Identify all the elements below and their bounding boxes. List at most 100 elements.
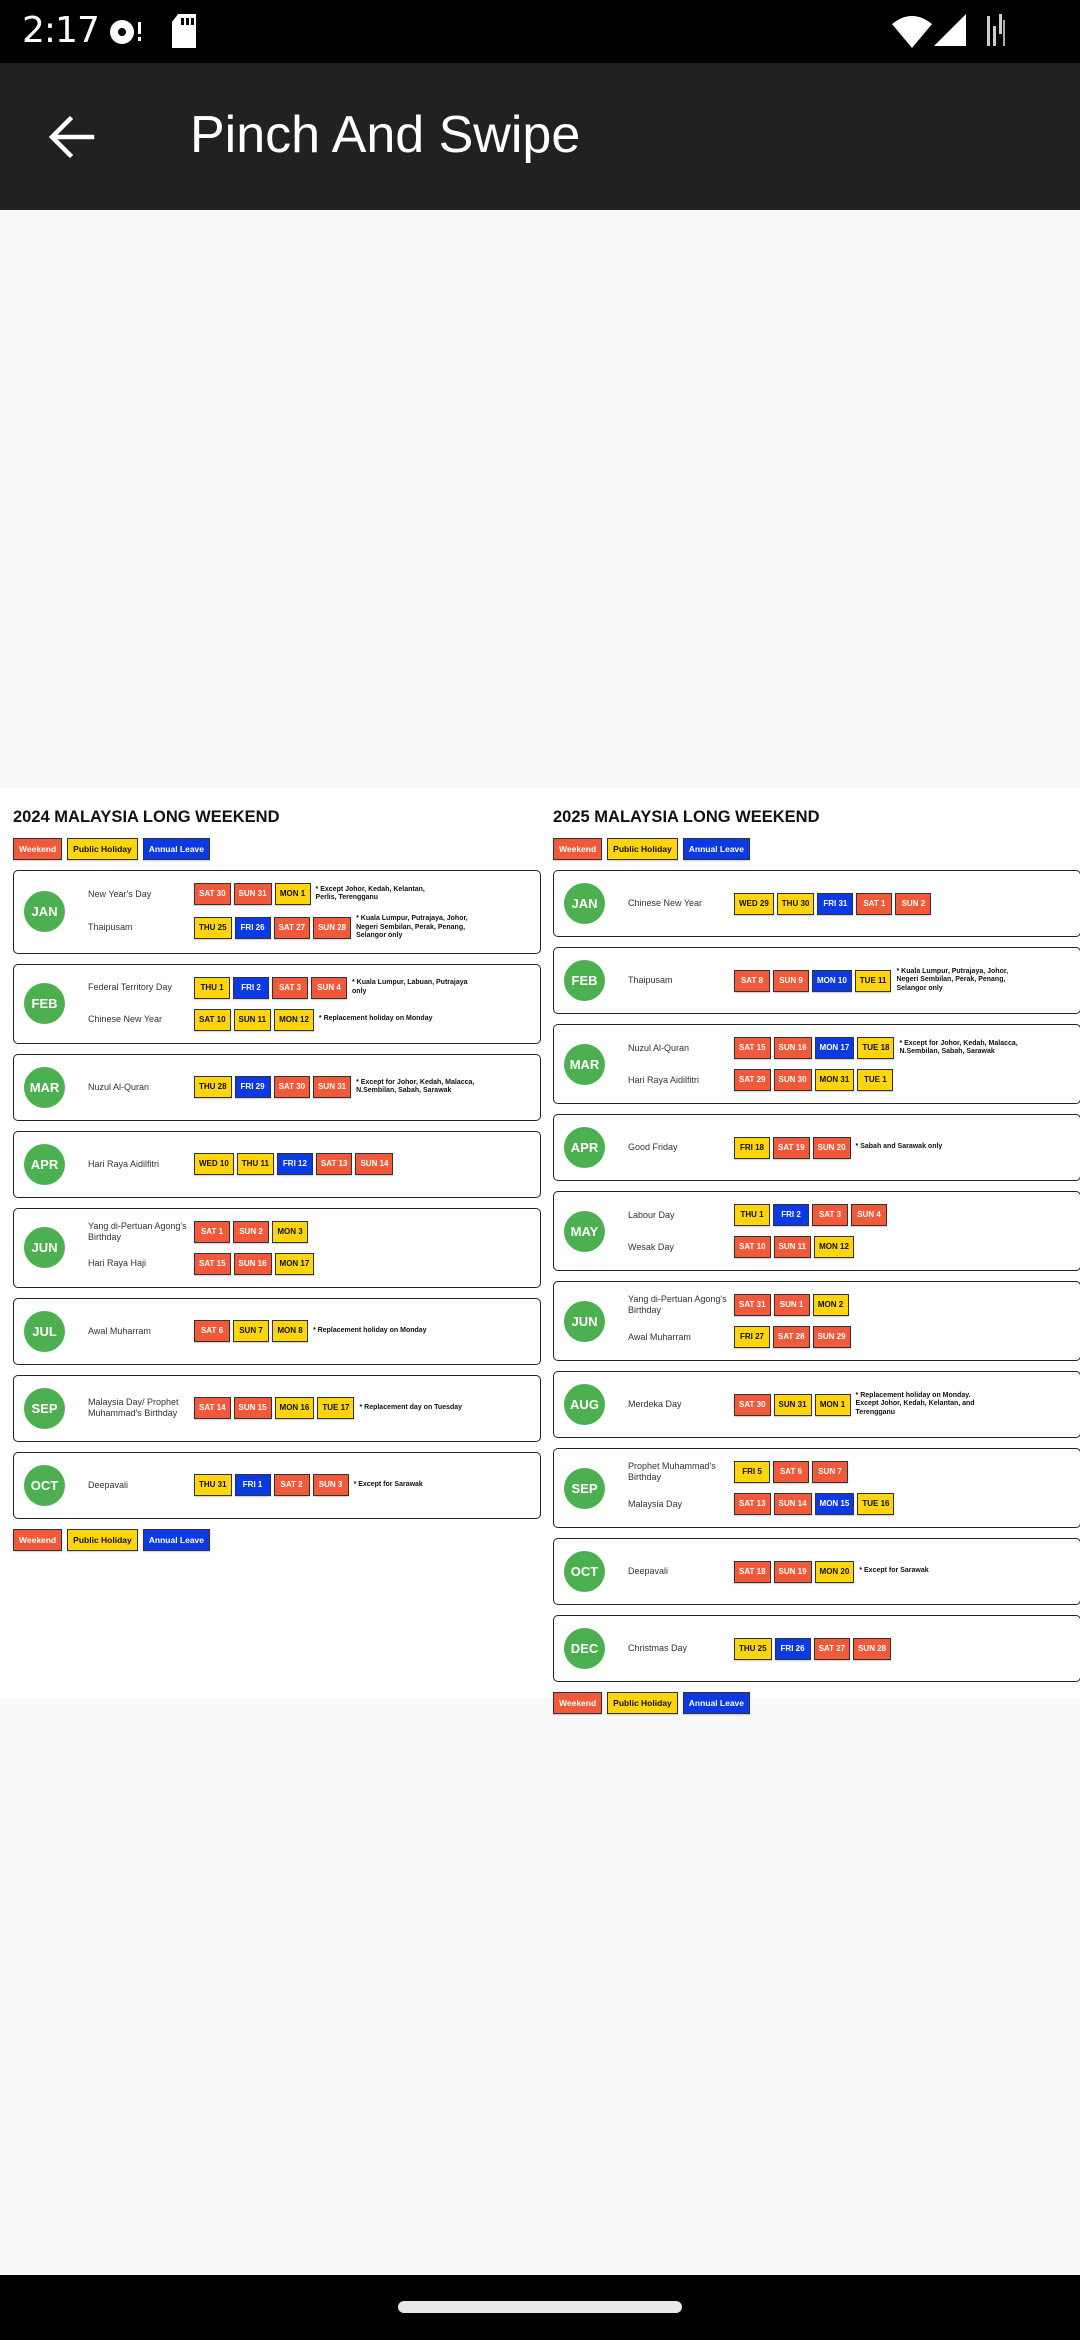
day-chip-holiday: THU 11: [236, 1153, 274, 1175]
day-chips: SAT 6 SUN 7 MON 8: [194, 1320, 308, 1342]
legend-annual-leave: Annual Leave: [142, 838, 211, 860]
holiday-row: Chinese New Year WED 29 THU 30 FRI 31 SAT 1S…: [628, 892, 932, 915]
arrow-left-icon: [48, 115, 95, 159]
calendar-2025: 2025 MALAYSIA LONG WEEKEND Weekend Public …: [553, 788, 1080, 1714]
zoomable-image-viewer[interactable]: 2024 MALAYSIA LONG WEEKEND Weekend Public …: [0, 210, 1080, 2275]
holiday-name: Good Friday: [628, 1142, 678, 1152]
month-card: DEC Christmas Day THU 25 FRI 26 SAT 27 SUN 28: [553, 1615, 1080, 1682]
holiday-name: Chinese New Year: [88, 1014, 163, 1024]
month-card: JUN Yang di-Pertuan Agong's Birthday SAT 1…: [13, 1207, 541, 1288]
month-card: FEB Federal Territory Day THU 1 FRI 2 SAT 3S…: [13, 963, 541, 1044]
holiday-row: Malaysia Day SAT 13 SUN 14 MON 15 TUE 16: [628, 1493, 895, 1515]
month-badge: JUL: [24, 1310, 65, 1352]
day-chip-holiday: SUN 7: [233, 1320, 269, 1342]
holiday-note: * Replacement holiday on Monday: [318, 1015, 433, 1023]
color-legend: Weekend Public Holiday Annual Leave: [553, 1692, 1080, 1714]
navigation-bar: [0, 2275, 1080, 2340]
holiday-name: Nuzul Al-Quran: [88, 1081, 150, 1092]
month-badge: JAN: [564, 883, 605, 924]
calendar-title: 2025 MALAYSIA LONG WEEKEND: [553, 808, 820, 826]
legend-public-holiday: Public Holiday: [67, 1528, 138, 1551]
day-chip-weekend: SAT 19: [773, 1136, 810, 1159]
day-chip-weekend: SUN 31: [233, 883, 272, 905]
holiday-name: Hari Raya Aidilfitri: [88, 1158, 160, 1169]
day-chips: THU 28 FRI 29 SAT 30 SUN 31: [194, 1076, 352, 1098]
back-button[interactable]: [44, 107, 104, 167]
holiday-note: * Except for Sarawak: [859, 1567, 929, 1575]
holiday-row: Hari Raya Aidilfitri SAT 29 SUN 30 MON 31 TU…: [628, 1069, 1024, 1091]
day-chips: THU 25 FRI 26 SAT 27 SUN 28: [194, 916, 352, 939]
legend-public-holiday: Public Holiday: [607, 838, 678, 860]
month-badge: MAY: [564, 1210, 605, 1252]
day-chips: SAT 30 SUN 31 MON 1: [734, 1393, 851, 1416]
calendar-title: 2024 MALAYSIA LONG WEEKEND: [13, 808, 280, 826]
day-chip-holiday: MON 3: [272, 1220, 308, 1243]
day-chip-holiday: THU 28: [194, 1076, 232, 1098]
day-chip-holiday: THU 31: [194, 1474, 232, 1496]
day-chip-weekend: SAT 8: [734, 969, 770, 992]
color-legend: Weekend Public Holiday Annual Leave: [13, 1528, 541, 1551]
day-chip-holiday: WED 10: [194, 1153, 234, 1175]
day-chip-holiday: SUN 11: [233, 1008, 272, 1031]
day-chips: THU 25 FRI 26 SAT 27 SUN 28: [734, 1637, 892, 1660]
holiday-row: Christmas Day THU 25 FRI 26 SAT 27 SUN 28: [628, 1637, 892, 1660]
holiday-row: Thaipusam THU 25 FRI 26 SAT 27 SUN 28 * Kuala…: [88, 915, 481, 941]
day-chips: SAT 10 SUN 11 MON 12: [734, 1236, 854, 1258]
month-badge: APR: [24, 1143, 65, 1185]
home-gesture-handle[interactable]: [398, 2301, 682, 2313]
holiday-list: Merdeka Day SAT 30 SUN 31 MON 1 * Replacemen…: [628, 1392, 981, 1418]
month-card: JAN Chinese New Year WED 29 THU 30 FRI 31 SAT…: [553, 870, 1080, 937]
month-badge: OCT: [564, 1551, 605, 1592]
holiday-name: Awal Muharram: [88, 1325, 151, 1336]
holiday-note: * Replacement holiday on Monday. Except …: [855, 1391, 975, 1416]
day-chip-leave: FRI 12: [276, 1153, 313, 1175]
day-chip-holiday: FRI 18: [734, 1136, 770, 1159]
day-chip-holiday: MON 1: [274, 883, 311, 905]
holiday-row: Deepavali THU 31 FRI 1 SAT 2 SUN 3 * Except f…: [88, 1474, 423, 1496]
sd-card-icon: [170, 14, 198, 55]
day-chip-weekend: SAT 1: [194, 1220, 230, 1243]
day-chip-leave: FRI 2: [233, 976, 269, 999]
day-chip-weekend: SAT 30: [194, 883, 231, 905]
legend-annual-leave: Annual Leave: [142, 1528, 211, 1551]
holiday-name: Yang di-Pertuan Agong's Birthday: [88, 1220, 187, 1242]
wifi-icon: [892, 14, 932, 53]
legend-public-holiday: Public Holiday: [67, 838, 138, 860]
holiday-name: Hari Raya Aidilfitri: [628, 1074, 700, 1085]
day-chip-weekend: SUN 2: [233, 1220, 269, 1243]
holiday-row: Malaysia Day/ Prophet Muhammad's Birthda…: [88, 1397, 462, 1419]
day-chip-holiday: MON 16: [274, 1397, 315, 1419]
day-chip-leave: MON 17: [814, 1037, 855, 1059]
holiday-name: Awal Muharram: [628, 1331, 691, 1342]
holiday-name: Thaipusam: [88, 922, 133, 933]
battery-icon: [986, 14, 1008, 53]
month-card: OCT Deepavali THU 31 FRI 1 SAT 2 SUN 3 * Excep…: [13, 1451, 541, 1519]
day-chip-holiday: MON 31: [814, 1069, 855, 1091]
month-badge: FEB: [564, 960, 605, 1001]
day-chip-weekend: SAT 15: [194, 1252, 231, 1275]
day-chips: THU 1 FRI 2 SAT 3 SUN 4: [194, 976, 347, 999]
day-chip-holiday: TUE 18: [857, 1037, 895, 1059]
month-badge: MAR: [24, 1066, 65, 1108]
month-card: JAN New Year's Day SAT 30 SUN 31 MON 1 * Exce…: [13, 870, 541, 954]
day-chip-holiday: THU 1: [734, 1204, 770, 1226]
day-chip-holiday: TUE 16: [857, 1493, 895, 1515]
month-card: APR Hari Raya Aidilfitri WED 10 THU 11 FRI 1…: [13, 1130, 541, 1198]
holiday-name: Wesak Day: [628, 1241, 674, 1252]
day-chip-weekend: SUN 14: [773, 1493, 812, 1515]
cell-signal-icon: [934, 14, 968, 53]
day-chip-weekend: SUN 29: [812, 1326, 851, 1348]
legend-public-holiday: Public Holiday: [607, 1692, 678, 1714]
holiday-row: Hari Raya Aidilfitri WED 10 THU 11 FRI 12 SA…: [88, 1153, 394, 1175]
day-chips: SAT 15 SUN 16 MON 17 TUE 18: [734, 1037, 895, 1059]
holiday-row: New Year's Day SAT 30 SUN 31 MON 1 * Except …: [88, 883, 481, 905]
day-chip-weekend: SAT 10: [734, 1236, 771, 1258]
holiday-name: Merdeka Day: [628, 1399, 682, 1409]
holiday-note: * Replacement day on Tuesday: [359, 1403, 463, 1411]
day-chip-holiday: TUE 17: [317, 1397, 355, 1419]
holiday-name: Malaysia Day/ Prophet Muhammad's Birthda…: [88, 1397, 179, 1418]
day-chips: FRI 5 SAT 6 SUN 7: [734, 1461, 848, 1483]
holiday-row: Yang di-Pertuan Agong's Birthday SAT 31 SU…: [628, 1294, 851, 1316]
holiday-row: Federal Territory Day THU 1 FRI 2 SAT 3 SUN …: [88, 976, 477, 999]
legend-annual-leave: Annual Leave: [682, 1692, 751, 1714]
